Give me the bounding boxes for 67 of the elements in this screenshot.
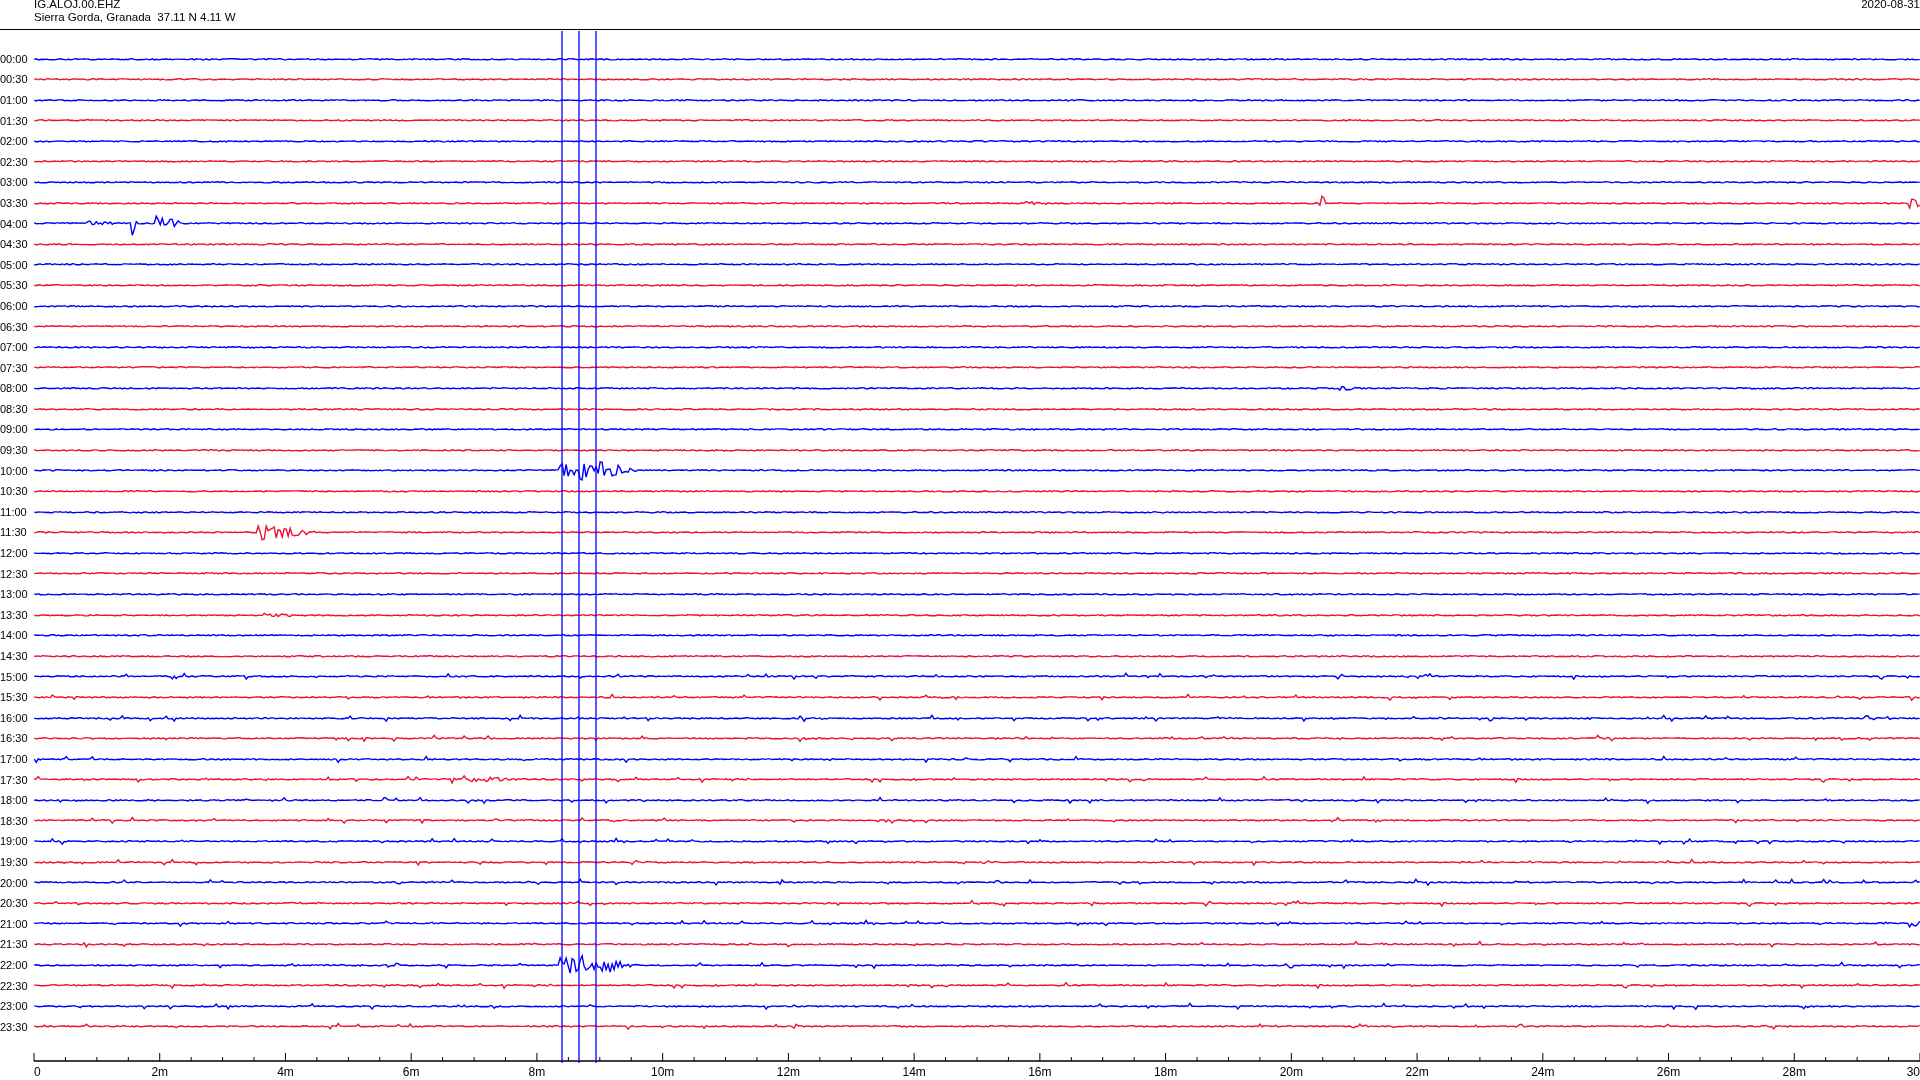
axis-tick-label: 2m [151, 1065, 169, 1079]
time-label: 06:30 [0, 320, 29, 333]
time-label: 23:00 [0, 1000, 29, 1013]
station-location: Sierra Gorda, Granada 37.11 N 4.11 W [34, 10, 236, 23]
time-label: 12:30 [0, 567, 29, 580]
time-label: 13:00 [0, 588, 29, 601]
time-label: 14:00 [0, 629, 29, 642]
axis-tick-label: 20m [1279, 1065, 1303, 1079]
axis-tick-label: 8m [528, 1065, 546, 1079]
axis-tick-label: 22m [1405, 1065, 1429, 1079]
time-label: 00:30 [0, 73, 29, 86]
time-label: 10:30 [0, 485, 29, 498]
time-label: 07:00 [0, 341, 29, 354]
time-label: 15:30 [0, 691, 29, 704]
time-label: 05:30 [0, 279, 29, 292]
time-label: 04:30 [0, 238, 29, 251]
time-label: 21:30 [0, 938, 29, 951]
axis-tick-label: 16m [1028, 1065, 1052, 1079]
time-label: 01:00 [0, 94, 29, 106]
axis-tick-label: 18m [1153, 1065, 1178, 1079]
time-label: 05:00 [0, 258, 29, 271]
time-label: 08:00 [0, 382, 29, 395]
station-code: IG.ALOJ.00.EHZ [34, 0, 122, 11]
axis-tick-label: 30 [1906, 1065, 1920, 1079]
time-label: 16:00 [0, 711, 29, 724]
axis-tick-label: 6m [402, 1065, 420, 1079]
time-label: 10:00 [0, 464, 29, 477]
axis-tick-label: 10m [651, 1065, 675, 1079]
time-label: 23:30 [0, 1020, 29, 1033]
time-label: 21:00 [0, 917, 29, 930]
axis-tick-label: 14m [902, 1065, 926, 1079]
axis-tick-label: 0 [34, 1065, 41, 1079]
time-label: 20:00 [0, 876, 29, 889]
time-label: 17:00 [0, 753, 29, 765]
axis-tick-label: 26m [1656, 1065, 1681, 1079]
time-label: 20:30 [0, 897, 29, 910]
time-label: 02:30 [0, 155, 29, 168]
time-label: 01:30 [0, 114, 29, 127]
date-label: 2020-08-31 [1861, 0, 1920, 12]
time-label: 11:30 [0, 526, 28, 539]
time-label: 15:00 [0, 670, 29, 683]
time-label: 16:30 [0, 732, 29, 745]
time-label: 18:00 [0, 794, 29, 807]
axis-tick-label: 28m [1782, 1065, 1806, 1079]
time-label: 12:00 [0, 547, 29, 560]
axis-tick-label: 24m [1531, 1065, 1555, 1079]
time-label: 00:00 [0, 52, 29, 65]
time-label: 02:00 [0, 135, 29, 148]
time-label: 07:30 [0, 361, 29, 374]
time-label: 22:00 [0, 958, 29, 971]
axis-tick-label: 4m [277, 1065, 294, 1079]
time-label: 19:30 [0, 855, 29, 868]
time-label: 06:00 [0, 299, 29, 312]
axis-tick-label: 12m [776, 1065, 801, 1079]
time-label: 14:30 [0, 650, 29, 662]
time-label: 13:30 [0, 608, 29, 621]
time-label: 08:30 [0, 402, 29, 415]
time-label: 11:00 [0, 505, 28, 518]
time-label: 03:00 [0, 176, 29, 189]
time-label: 04:00 [0, 217, 29, 230]
time-label: 18:30 [0, 814, 29, 827]
time-label: 09:00 [0, 423, 29, 436]
time-label: 19:00 [0, 835, 29, 848]
time-label: 22:30 [0, 979, 29, 992]
time-label: 09:30 [0, 444, 29, 457]
time-label: 03:30 [0, 196, 29, 209]
time-label: 17:30 [0, 773, 29, 786]
